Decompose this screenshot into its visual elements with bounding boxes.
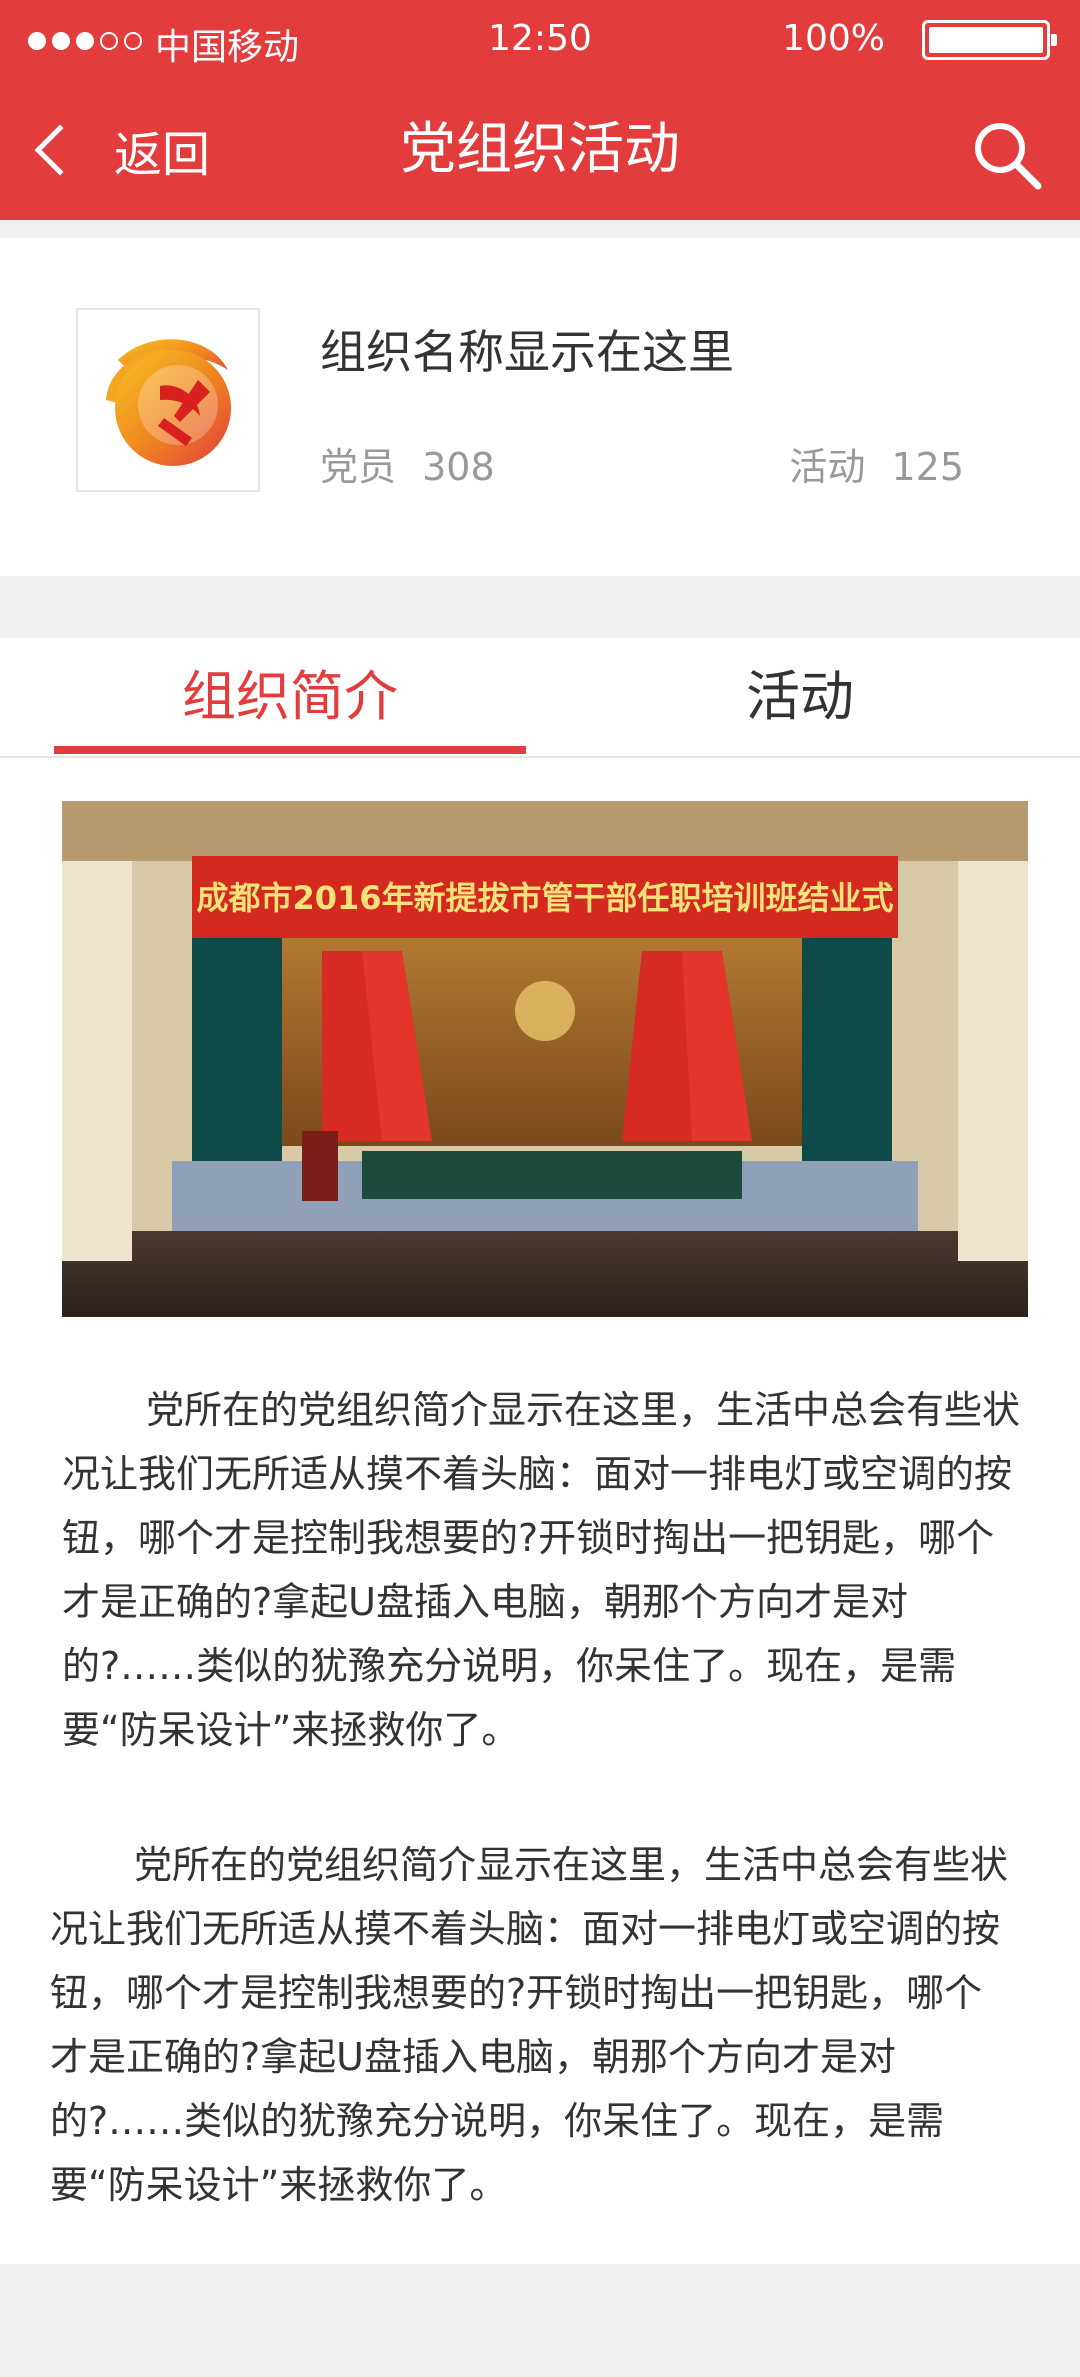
org-name: 组织名称显示在这里 — [320, 325, 734, 379]
org-logo — [76, 308, 260, 492]
intro-paragraph-2: 党所在的党组织简介显示在这里，生活中总会有些状况让我们无所适从摸不着头脑：面对一… — [50, 1843, 1009, 2207]
tab-org-intro[interactable]: 组织简介 — [54, 638, 526, 756]
members-label: 党员 — [320, 445, 397, 489]
intro-paragraph-1: 党所在的党组织简介显示在这里，生活中总会有些状况让我们无所适从摸不着头脑：面对一… — [62, 1388, 1021, 1752]
members-value: 308 — [422, 445, 495, 489]
intro-content: 成都市2016年新提拔市管干部任职培训班结业式 党所在的党组织简介显示在这里，生… — [0, 758, 1080, 2264]
tab-activities[interactable]: 活动 — [560, 638, 1040, 756]
active-tab-indicator — [54, 746, 526, 754]
top-bar: 中国移动 12:50 100% 返回 党组织活动 — [0, 0, 1080, 220]
member-count: 党员 308 — [320, 436, 495, 491]
battery-icon — [922, 20, 1057, 60]
nav-bar: 返回 党组织活动 — [0, 80, 1080, 220]
org-card: 组织名称显示在这里 党员 308 活动 125 — [0, 238, 1080, 576]
tab-bar: 组织简介 活动 — [0, 638, 1080, 758]
page-title: 党组织活动 — [400, 117, 680, 182]
search-icon[interactable] — [970, 118, 1042, 190]
party-emblem-logo — [106, 339, 231, 466]
activities-value: 125 — [891, 445, 964, 489]
status-bar: 中国移动 12:50 100% — [0, 0, 1080, 80]
event-photo: 成都市2016年新提拔市管干部任职培训班结业式 — [62, 801, 1028, 1317]
status-time: 12:50 — [488, 18, 592, 59]
activity-count: 活动 125 — [789, 436, 964, 491]
activities-label: 活动 — [789, 445, 866, 489]
banner-text: 成都市2016年新提拔市管干部任职培训班结业式 — [196, 879, 893, 917]
battery-percent: 100% — [782, 18, 885, 59]
